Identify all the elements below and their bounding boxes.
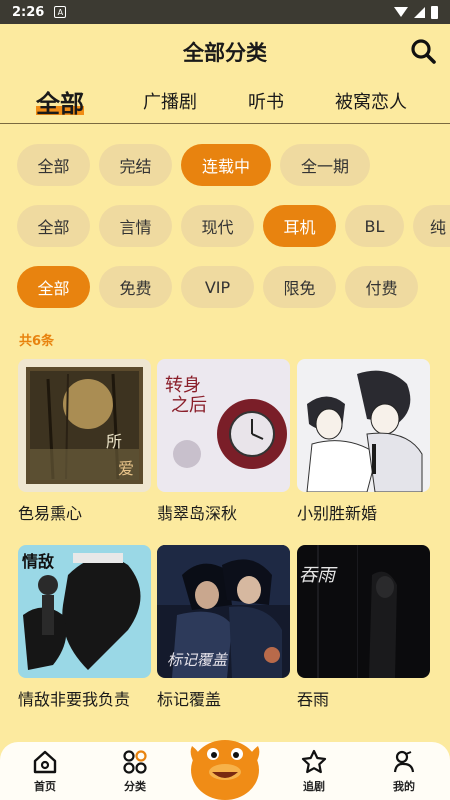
- category-icon: [123, 750, 147, 774]
- svg-text:标记覆盖: 标记覆盖: [167, 651, 228, 669]
- filter-price-vip[interactable]: VIP: [181, 266, 254, 308]
- status-bar: 2:26 A: [0, 0, 450, 24]
- filter-genre-all[interactable]: 全部: [17, 205, 90, 247]
- svg-text:之后: 之后: [171, 395, 207, 416]
- drama-cover[interactable]: 所 爱: [18, 359, 151, 492]
- svg-text:吞雨: 吞雨: [299, 565, 338, 586]
- filter-price-all[interactable]: 全部: [17, 266, 90, 308]
- filter-genre-bl[interactable]: BL: [345, 205, 404, 247]
- result-count: 共6条: [19, 334, 55, 349]
- drama-cover[interactable]: [297, 359, 430, 492]
- filter-genre-romance[interactable]: 言情: [99, 205, 172, 247]
- drama-card[interactable]: 吞雨 吞雨: [297, 545, 430, 710]
- drama-cover[interactable]: 情敌: [18, 545, 151, 678]
- mascot-duck-icon[interactable]: [186, 726, 264, 800]
- filter-genre-pure[interactable]: 纯: [413, 205, 450, 247]
- filter-status-ongoing[interactable]: 连载中: [181, 144, 271, 186]
- tab-audiobook[interactable]: 听书: [248, 88, 284, 114]
- drama-card[interactable]: 情敌 情敌非要我负责: [18, 545, 151, 710]
- drama-cover[interactable]: 吞雨: [297, 545, 430, 678]
- nav-home-label: 首页: [34, 780, 56, 793]
- nav-home[interactable]: 首页: [15, 748, 75, 794]
- notification-icon: A: [54, 6, 67, 18]
- nav-profile-label: 我的: [393, 780, 415, 793]
- filter-genre-modern[interactable]: 现代: [181, 205, 254, 247]
- svg-text:转身: 转身: [165, 375, 201, 396]
- drama-cover[interactable]: 转身 之后: [157, 359, 290, 492]
- svg-text:所: 所: [106, 432, 122, 451]
- svg-text:情敌: 情敌: [22, 552, 54, 571]
- wifi-icon: [394, 7, 408, 17]
- filter-status-single[interactable]: 全一期: [280, 144, 370, 186]
- signal-icon: [414, 6, 425, 18]
- filter-price-free[interactable]: 免费: [99, 266, 172, 308]
- nav-follow[interactable]: 追剧: [284, 748, 344, 794]
- drama-title[interactable]: 吞雨: [297, 686, 430, 710]
- tab-bed-lover[interactable]: 被窝恋人: [335, 88, 407, 114]
- drama-card[interactable]: 标记覆盖 标记覆盖: [157, 545, 290, 710]
- status-time: 2:26: [12, 4, 45, 20]
- drama-title[interactable]: 小别胜新婚: [297, 500, 430, 524]
- home-icon: [33, 750, 57, 774]
- page-title: 全部分类: [183, 41, 267, 65]
- filter-status-finished[interactable]: 完结: [99, 144, 172, 186]
- search-icon[interactable]: [410, 38, 436, 64]
- nav-profile[interactable]: 我的: [374, 748, 434, 794]
- filter-genre-headphone[interactable]: 耳机: [263, 205, 336, 247]
- drama-card[interactable]: 转身 之后 翡翠岛深秋: [157, 359, 290, 524]
- drama-title[interactable]: 翡翠岛深秋: [157, 500, 290, 524]
- nav-category-label: 分类: [124, 780, 146, 793]
- tab-all-label: 全部: [36, 90, 84, 118]
- filter-price-paid[interactable]: 付费: [345, 266, 418, 308]
- star-icon: [301, 749, 327, 774]
- drama-card[interactable]: 所 爱 色易熏心: [18, 359, 151, 524]
- drama-title[interactable]: 标记覆盖: [157, 686, 290, 710]
- tab-all[interactable]: 全部: [36, 84, 84, 119]
- drama-card[interactable]: 小别胜新婚: [297, 359, 430, 524]
- genre-filter-row: 全部 言情 现代 耳机 BL 纯: [17, 205, 450, 247]
- battery-icon: [431, 5, 438, 19]
- header: 全部分类: [0, 24, 450, 80]
- category-tabs: 全部 广播剧 听书 被窝恋人: [0, 82, 450, 124]
- filter-price-limited-free[interactable]: 限免: [263, 266, 336, 308]
- drama-title[interactable]: 情敌非要我负责: [18, 686, 151, 710]
- profile-icon: [393, 750, 415, 773]
- nav-follow-label: 追剧: [303, 780, 325, 793]
- tab-radio-drama[interactable]: 广播剧: [143, 88, 197, 114]
- svg-text:爱: 爱: [118, 459, 134, 478]
- nav-category[interactable]: 分类: [105, 748, 165, 794]
- drama-cover[interactable]: 标记覆盖: [157, 545, 290, 678]
- drama-title[interactable]: 色易熏心: [18, 500, 151, 524]
- filter-status-all[interactable]: 全部: [17, 144, 90, 186]
